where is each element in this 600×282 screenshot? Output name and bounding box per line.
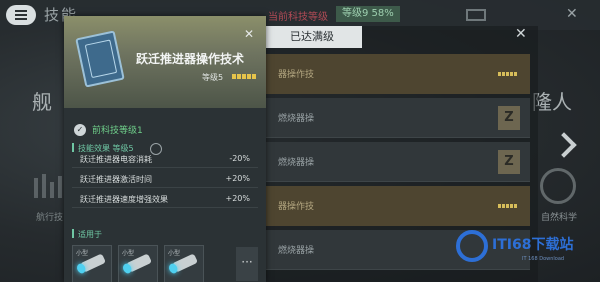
ship-size-label: 小型 xyxy=(168,250,181,257)
skill-detail-card: ✕ 跃迁推进器操作技术 等级5 ✓ 前科技等级1 技能效果 等级5 跃迁推进器电… xyxy=(64,16,266,282)
skill-row-label: 器操作技 xyxy=(278,70,315,80)
effect-name: 跃迁推进器速度增强效果 xyxy=(80,195,168,204)
skill-level: 等级5 xyxy=(202,73,224,82)
skill-title: 跃迁推进器操作技术 xyxy=(136,52,245,66)
right-category-title: 隆人 xyxy=(532,90,572,114)
planet-icon xyxy=(540,168,576,204)
prerequisite-label: 前科技等级1 xyxy=(92,126,143,136)
skill-row[interactable]: 燃烧器操 Z xyxy=(266,142,530,182)
skill-row[interactable]: 器操作技 xyxy=(266,54,530,94)
card-close-icon[interactable]: ✕ xyxy=(244,27,254,41)
left-category-label[interactable]: 航行技 xyxy=(36,210,63,223)
effect-name: 跃迁推进器电容消耗 xyxy=(80,155,152,164)
watermark-logo: ITI68下载站 IT 168 Download xyxy=(452,228,600,282)
top-close-icon[interactable]: ✕ xyxy=(566,6,578,22)
menu-button[interactable] xyxy=(6,5,36,25)
skill-row-label: 燃烧器操 xyxy=(278,158,315,168)
ship-slot[interactable]: 小型 xyxy=(164,245,204,282)
effect-row: 跃迁推进器速度增强效果 +20% xyxy=(72,190,258,208)
level-badge: 等级9 58% xyxy=(336,6,400,22)
current-level-label: 当前科技等级 xyxy=(268,12,328,23)
checkmark-icon: ✓ xyxy=(74,124,86,136)
ship-size-label: 小型 xyxy=(122,250,135,257)
skill-row-label: 燃烧器操 xyxy=(278,114,315,124)
effect-value: +20% xyxy=(225,174,250,183)
max-level-header: 已达满级 xyxy=(262,26,362,48)
effect-row: 跃迁推进器电容消耗 -20% xyxy=(72,150,258,168)
panel-close-icon[interactable]: ✕ xyxy=(515,26,527,42)
ship-size-label: 小型 xyxy=(76,250,89,257)
applies-to-header: 适用于 xyxy=(72,229,102,240)
level-dots-icon xyxy=(232,74,257,79)
ship-slot[interactable]: 小型 xyxy=(72,245,112,282)
sleep-icon: Z xyxy=(498,150,520,174)
effect-value: +20% xyxy=(225,194,250,203)
effect-name: 跃迁推进器激活时间 xyxy=(80,175,152,184)
ship-slot[interactable]: 小型 xyxy=(118,245,158,282)
watermark-text: ITI68下载站 xyxy=(492,237,574,253)
skill-row[interactable]: 燃烧器操 Z xyxy=(266,98,530,138)
watermark-icon xyxy=(456,230,488,262)
more-button[interactable]: ··· xyxy=(236,247,258,281)
watermark-subtext: IT 168 Download xyxy=(522,256,565,262)
skill-row-label: 燃烧器操 xyxy=(278,246,315,256)
effect-value: -20% xyxy=(229,154,250,163)
skill-row[interactable]: 器操作技 xyxy=(266,186,530,226)
right-category-label[interactable]: 自然科学 xyxy=(541,210,577,223)
skill-row-label: 器操作技 xyxy=(278,202,315,212)
effect-row: 跃迁推进器激活时间 +20% xyxy=(72,170,258,188)
view-toggle-icon[interactable] xyxy=(466,9,486,21)
left-category-title: 舰 xyxy=(32,90,52,114)
sleep-icon: Z xyxy=(498,106,520,130)
menu-icon xyxy=(15,14,27,16)
level-dots-icon xyxy=(498,72,518,76)
level-dots-icon xyxy=(498,204,518,208)
